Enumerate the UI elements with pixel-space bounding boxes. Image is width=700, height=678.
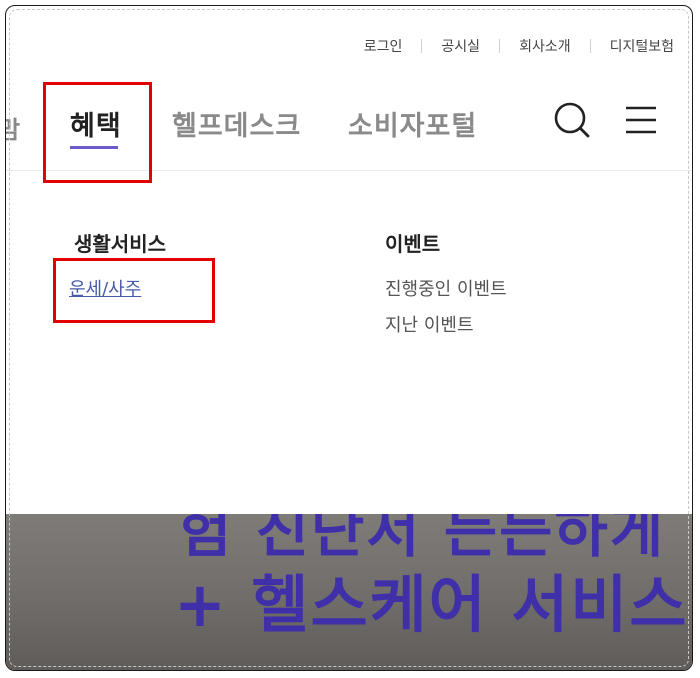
login-link[interactable]: 로그인 [364, 36, 403, 56]
event-heading: 이벤트 [385, 232, 441, 256]
promo-banner: 험 진단서 든든하게 + 헬스케어 서비스 [6, 514, 692, 670]
past-events-link[interactable]: 지난 이벤트 [385, 311, 474, 337]
life-services-heading: 생활서비스 [74, 232, 166, 256]
disclosure-link[interactable]: 공시실 [441, 36, 480, 56]
divider [499, 39, 501, 53]
active-tab-indicator [70, 146, 118, 149]
menu-button[interactable] [624, 104, 658, 136]
search-button[interactable] [554, 101, 592, 139]
app-frame: 로그인 공시실 회사소개 디지털보험 맘 혜택 헬프데스크 소비자포털 생활서비… [5, 5, 693, 671]
search-icon [554, 102, 590, 138]
utility-nav: 로그인 공시실 회사소개 디지털보험 [364, 36, 674, 56]
nav-item-helpdesk[interactable]: 헬프데스크 [172, 104, 301, 143]
nav-item-consumer-portal[interactable]: 소비자포털 [348, 104, 477, 143]
divider [589, 39, 591, 53]
banner-text-line-2: + 헬스케어 서비스 [174, 568, 689, 641]
digital-insurance-link[interactable]: 디지털보험 [610, 36, 674, 56]
fortune-link[interactable]: 운세/사주 [69, 275, 141, 301]
hamburger-menu-icon [626, 106, 656, 134]
company-intro-link[interactable]: 회사소개 [519, 36, 571, 56]
nav-item-benefits[interactable]: 혜택 [70, 104, 122, 143]
nav-divider [6, 170, 692, 171]
divider [421, 39, 423, 53]
nav-item-partial[interactable]: 맘 [6, 110, 20, 145]
ongoing-events-link[interactable]: 진행중인 이벤트 [385, 275, 507, 301]
